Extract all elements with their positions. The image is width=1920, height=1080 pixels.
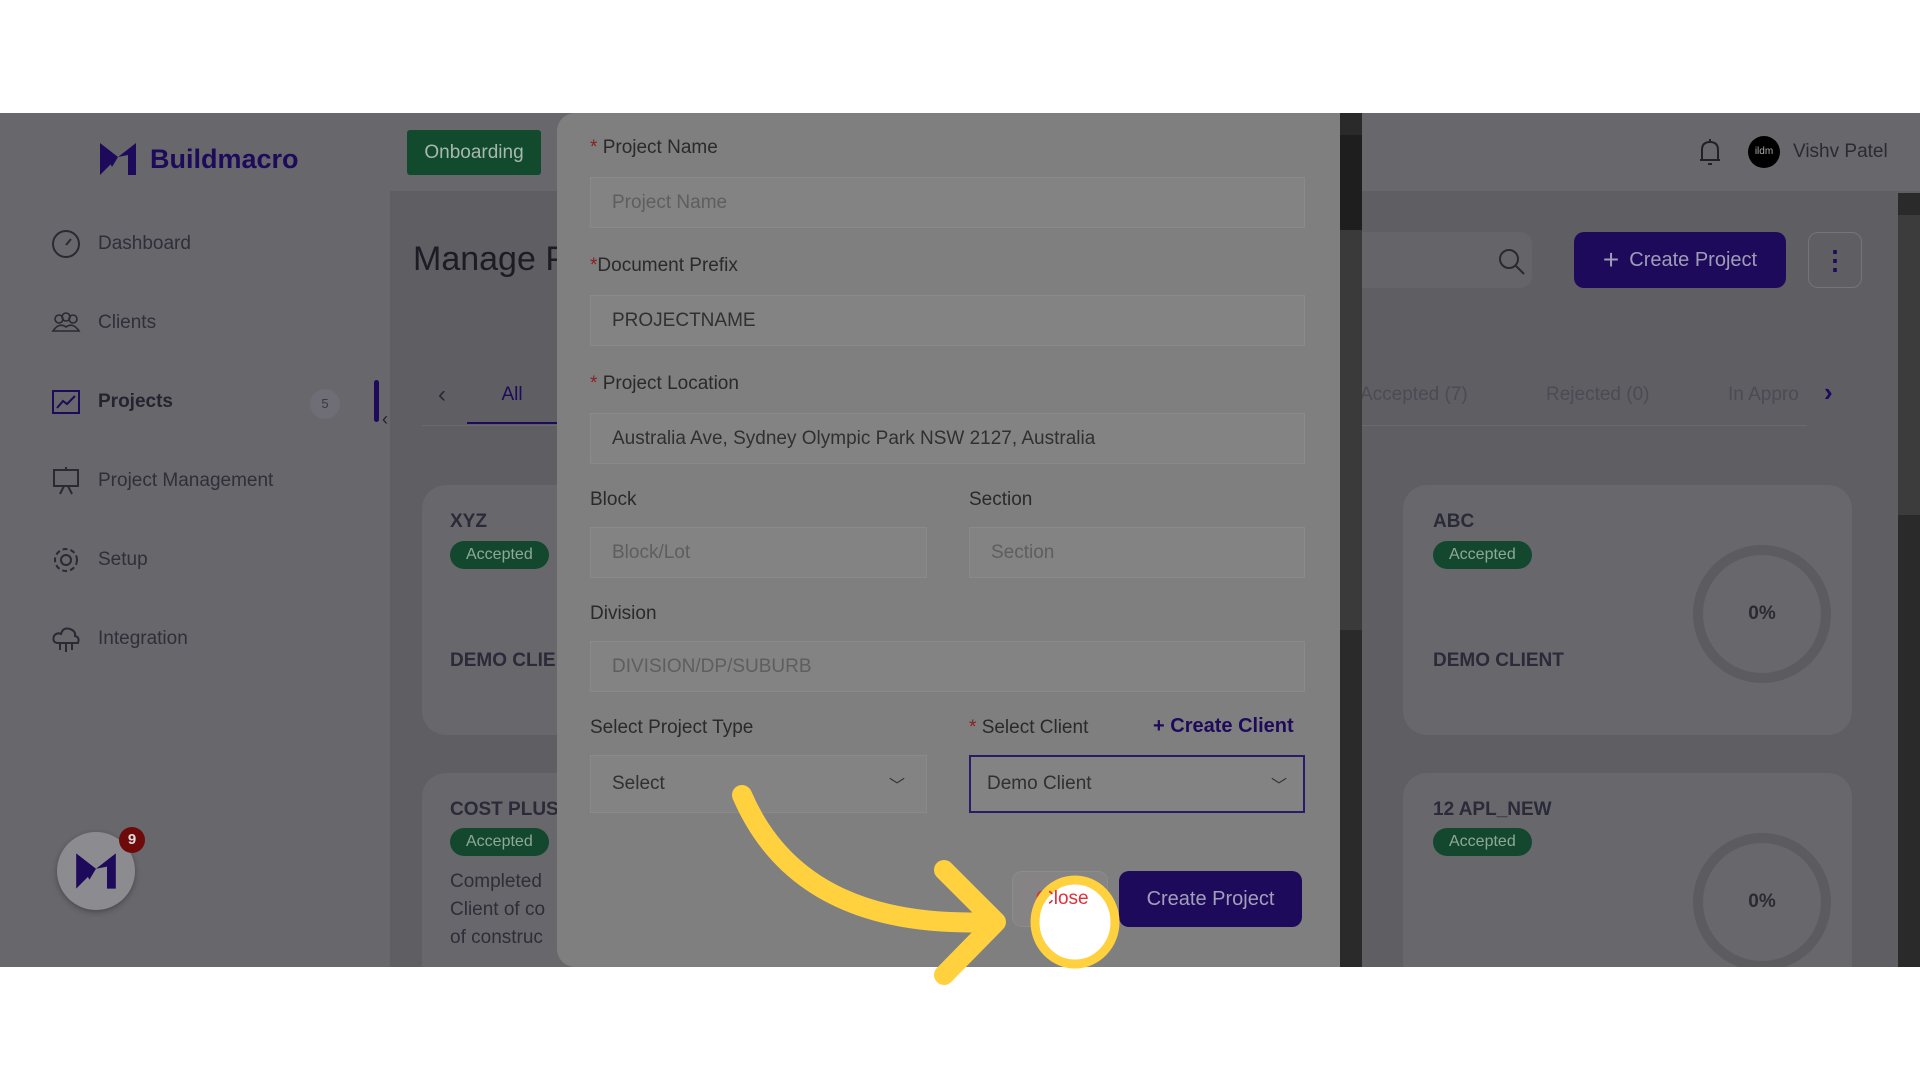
sidebar-item-clients[interactable]: Clients [50, 307, 156, 339]
bell-icon[interactable] [1698, 138, 1722, 168]
floating-help-button[interactable]: 9 [57, 827, 145, 910]
tab-all[interactable]: All [467, 384, 557, 424]
progress-ring: 0% [1693, 545, 1831, 683]
sidebar-item-project-management[interactable]: Project Management [50, 465, 273, 497]
page-scrollbar[interactable] [1898, 193, 1920, 967]
chevron-down-icon: ﹀ [1270, 778, 1287, 795]
create-client-link[interactable]: + Create Client [1153, 715, 1294, 738]
app-window: Buildmacro Dashboard Clients Projects 5 … [0, 113, 1920, 967]
projects-count-badge: 5 [310, 389, 340, 419]
status-badge: Accepted [1433, 541, 1532, 569]
division-input[interactable]: DIVISION/DP/SUBURB [590, 641, 1305, 692]
plus-icon: + [1602, 244, 1620, 275]
section-label: Section [969, 489, 1033, 510]
card-title: ABC [1433, 511, 1475, 532]
select-client-label: * Select Client [969, 717, 1089, 738]
client-select[interactable]: Demo Client ﹀ [969, 755, 1305, 813]
tab-accepted[interactable]: Accepted (7) [1360, 384, 1468, 406]
section-input[interactable]: Section [969, 527, 1305, 578]
gear-icon [54, 548, 78, 572]
more-options-icon[interactable]: ⋮ [1808, 232, 1862, 288]
tab-rejected[interactable]: Rejected (0) [1546, 384, 1650, 406]
sidebar: Buildmacro Dashboard Clients Projects 5 … [0, 113, 390, 967]
buildmacro-logo-icon [100, 143, 136, 175]
project-location-input[interactable]: Australia Ave, Sydney Olympic Park NSW 2… [590, 413, 1305, 464]
brand-logo[interactable]: Buildmacro [98, 141, 299, 177]
document-prefix-label: *Document Prefix [590, 255, 738, 276]
notification-count-badge: 9 [119, 827, 145, 853]
progress-ring: 0% [1693, 833, 1831, 967]
modal-scrollbar[interactable] [1340, 113, 1362, 967]
sidebar-item-integration[interactable]: Integration [50, 623, 188, 655]
status-badge: Accepted [450, 828, 549, 856]
division-label: Division [590, 603, 657, 624]
card-description: Completed Client of co of construc [450, 871, 546, 948]
card-title: XYZ [450, 511, 487, 532]
onboarding-button[interactable]: Onboarding [407, 130, 541, 175]
clients-group-icon [51, 312, 81, 332]
projects-chart-icon [52, 390, 80, 414]
create-project-button[interactable]: + Create Project [1574, 232, 1786, 288]
dashboard-gauge-icon [52, 230, 80, 258]
plus-icon: + [1153, 715, 1171, 737]
project-type-label: Select Project Type [590, 717, 754, 738]
card-title: 12 APL_NEW [1433, 799, 1552, 820]
document-prefix-input[interactable]: PROJECTNAME [590, 295, 1305, 346]
tabs-next-icon[interactable]: › [1824, 377, 1833, 408]
block-label: Block [590, 489, 637, 510]
user-name[interactable]: Vishv Patel [1793, 141, 1888, 163]
create-project-submit-button[interactable]: Create Project [1119, 871, 1302, 927]
tabs-prev-icon[interactable]: ‹ [438, 381, 446, 409]
tab-in-approval[interactable]: In Appro [1728, 384, 1808, 406]
chevron-down-icon: ﹀ [888, 778, 905, 795]
card-client: DEMO CLIE [450, 650, 556, 671]
avatar[interactable]: ildm [1748, 136, 1780, 168]
project-type-select[interactable]: Select ﹀ [590, 755, 927, 813]
page-title: Manage P [413, 240, 568, 278]
project-location-label: * Project Location [590, 373, 739, 394]
card-title: COST PLUS [450, 799, 559, 820]
presentation-board-icon [53, 467, 79, 495]
project-name-label: * Project Name [590, 137, 718, 158]
block-input[interactable]: Block/Lot [590, 527, 927, 578]
cloud-network-icon [52, 627, 80, 652]
sidebar-item-setup[interactable]: Setup [50, 544, 148, 576]
sidebar-item-dashboard[interactable]: Dashboard [50, 228, 191, 260]
status-badge: Accepted [1433, 828, 1532, 856]
status-badge: Accepted [450, 541, 549, 569]
buildmacro-logo-icon [76, 853, 116, 889]
sidebar-item-projects[interactable]: Projects [50, 386, 173, 418]
search-icon[interactable] [1498, 248, 1526, 276]
project-card[interactable]: ABC Accepted DEMO CLIENT 0% [1403, 485, 1852, 735]
create-project-modal: * Project Name Project Name *Document Pr… [557, 113, 1340, 967]
card-client: DEMO CLIENT [1433, 650, 1564, 671]
sidebar-collapse-handle[interactable] [374, 380, 379, 422]
project-card[interactable]: 12 APL_NEW Accepted 0% [1403, 773, 1852, 967]
project-name-input[interactable]: Project Name [590, 177, 1305, 228]
collapse-chevron-icon[interactable]: ‹ [382, 409, 388, 430]
